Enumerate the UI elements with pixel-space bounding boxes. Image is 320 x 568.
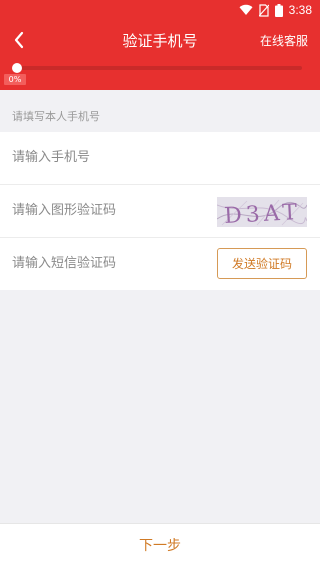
section-hint: 请填写本人手机号 (12, 110, 100, 123)
wifi-icon (239, 4, 253, 16)
captcha-text: D3AT (224, 200, 302, 227)
no-sim-icon (258, 3, 269, 17)
sms-row: 请输入短信验证码 发送验证码 (0, 238, 320, 290)
progress-knob (12, 63, 22, 73)
status-bar: 3:38 (0, 0, 320, 22)
progress-bar (12, 63, 302, 73)
captcha-row: 请输入图形验证码 D3AT (0, 185, 320, 238)
next-step-button[interactable]: 下一步 (0, 523, 320, 568)
progress-track (17, 66, 302, 70)
phone-verification-form: 请输入手机号 请输入图形验证码 D3AT 请输入短信验证码 发送验证码 (0, 132, 320, 290)
captcha-input[interactable]: 请输入图形验证码 (12, 185, 192, 237)
sms-code-input[interactable]: 请输入短信验证码 (12, 238, 192, 290)
phone-input[interactable]: 请输入手机号 (12, 132, 192, 184)
phone-row: 请输入手机号 (0, 132, 320, 185)
title-bar: 验证手机号 在线客服 (0, 22, 320, 58)
status-time: 3:38 (288, 3, 312, 17)
captcha-image[interactable]: D3AT (217, 197, 307, 227)
battery-icon (274, 3, 283, 17)
online-service-link[interactable]: 在线客服 (260, 32, 308, 49)
status-icons: 3:38 (239, 3, 312, 17)
send-sms-code-button[interactable]: 发送验证码 (217, 248, 307, 279)
header-bar: 3:38 验证手机号 在线客服 0% (0, 0, 320, 90)
progress-percent-label: 0% (4, 74, 26, 85)
